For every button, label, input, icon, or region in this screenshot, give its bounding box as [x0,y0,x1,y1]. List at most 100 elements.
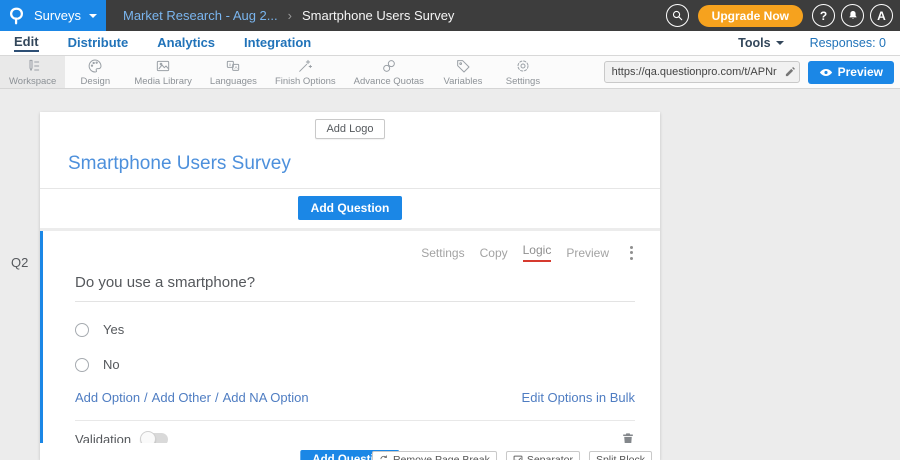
gear-icon [515,58,531,74]
remove-page-break-button[interactable]: Remove Page Break [372,451,497,460]
breadcrumb: Market Research - Aug 2... › Smartphone … [123,8,454,23]
question-toolbar: Settings Copy Logic Preview [75,243,635,262]
link-separator: / [144,390,148,405]
toolbar-item-workspace[interactable]: Workspace [0,56,65,88]
toolbar-item-variables[interactable]: Variables [433,56,493,88]
toolbar-item-label: Design [81,76,111,87]
questionpro-logo-icon [9,6,26,25]
toolbar-item-label: Advance Quotas [354,76,424,87]
responses-count[interactable]: Responses: 0 [810,36,886,50]
bell-icon [847,9,859,22]
validation-label: Validation [75,432,131,443]
toolbar-item-design[interactable]: Design [65,56,125,88]
chain-links-icon [381,58,397,74]
survey-title[interactable]: Smartphone Users Survey [68,153,660,175]
magic-wand-icon [297,58,313,74]
edit-options-in-bulk-link[interactable]: Edit Options in Bulk [522,390,635,405]
question-id-label: Q2 [11,255,28,270]
survey-header-section: Add Logo Smartphone Users Survey Add Que… [40,112,660,228]
delete-question-button[interactable] [621,432,635,443]
toolbar-item-advance-quotas[interactable]: Advance Quotas [345,56,433,88]
notifications-button[interactable] [841,4,864,27]
separator-button[interactable]: Separator [506,451,580,460]
chevron-down-icon [89,14,97,18]
tab-integration[interactable]: Integration [244,35,311,51]
toolbar-item-media-library[interactable]: Media Library [125,56,201,88]
svg-text:x: x [229,62,232,67]
search-button[interactable] [666,4,689,27]
chevron-down-icon [776,41,784,45]
validation-toggle[interactable] [141,433,168,443]
preview-label: Preview [838,65,883,79]
toolbar-item-finish-options[interactable]: Finish Options [266,56,345,88]
tab-distribute[interactable]: Distribute [68,35,129,51]
palette-icon [87,58,103,74]
upgrade-now-button[interactable]: Upgrade Now [698,5,803,27]
translate-icon: xA [225,58,241,74]
edit-url-button[interactable] [784,66,796,78]
sync-arrows-icon [379,455,389,460]
svg-text:A: A [235,65,239,70]
tab-analytics[interactable]: Analytics [157,35,215,51]
page-break-actions: Remove Page Break Separator Split Block [372,451,652,460]
option-row: Yes [75,322,635,337]
pencil-icon [784,66,796,78]
survey-url-field-wrap [604,61,800,83]
separator-label: Separator [527,454,573,460]
toolbar-right: Preview [604,56,900,88]
toggle-knob [140,431,156,443]
link-separator: / [215,390,219,405]
remove-page-break-label: Remove Page Break [393,454,490,460]
radio-button[interactable] [75,358,89,372]
toolbar-item-label: Languages [210,76,257,87]
breadcrumb-parent[interactable]: Market Research - Aug 2... [123,8,278,23]
toolbar-item-label: Media Library [134,76,192,87]
surveys-menu[interactable]: Surveys [0,0,106,31]
radio-button[interactable] [75,323,89,337]
trash-icon [621,432,635,443]
option-label[interactable]: No [103,357,120,372]
survey-card: Add Logo Smartphone Users Survey Add Que… [40,112,660,460]
toolbar-item-label: Variables [443,76,482,87]
checkbox-checked-icon [513,455,523,460]
option-row: No [75,357,635,372]
search-icon [671,9,684,22]
breadcrumb-current: Smartphone Users Survey [302,8,454,23]
add-option-link[interactable]: Add Option [75,390,140,405]
product-label: Surveys [34,8,81,23]
option-actions-row: Add Option / Add Other / Add NA Option Edit … [75,390,635,405]
top-bar: Surveys Market Research - Aug 2... › Sma… [0,0,900,31]
add-question-button-top[interactable]: Add Question [298,196,403,220]
question-copy-link[interactable]: Copy [480,246,508,260]
question-block: Settings Copy Logic Preview Do you use a… [40,231,660,443]
toolbar-item-languages[interactable]: xA Languages [201,56,266,88]
breadcrumb-separator-icon: › [288,8,292,23]
question-settings-link[interactable]: Settings [421,246,464,260]
option-label[interactable]: Yes [103,322,124,337]
split-block-button[interactable]: Split Block [589,451,652,460]
question-text[interactable]: Do you use a smartphone? [75,274,635,302]
preview-button[interactable]: Preview [808,61,894,84]
tag-icon [455,58,471,74]
question-logic-link[interactable]: Logic [523,243,552,262]
survey-nav: Edit Distribute Analytics Integration To… [0,31,900,56]
survey-title-row: Smartphone Users Survey [40,139,660,189]
toolbar-item-label: Finish Options [275,76,336,87]
question-footer: Validation [75,420,635,443]
avatar[interactable]: A [870,4,893,27]
kebab-menu-icon[interactable] [628,244,635,262]
add-logo-button[interactable]: Add Logo [315,119,384,139]
survey-url-input[interactable] [604,61,800,83]
help-button[interactable]: ? [812,4,835,27]
split-block-label: Split Block [596,454,645,460]
page-break-row: Add Question Remove Page Break Separator… [40,443,660,460]
question-preview-link[interactable]: Preview [566,246,609,260]
add-other-link[interactable]: Add Other [152,390,211,405]
add-na-option-link[interactable]: Add NA Option [223,390,309,405]
tools-menu[interactable]: Tools [738,36,783,50]
tab-edit[interactable]: Edit [14,34,39,52]
toolbar-item-settings[interactable]: Settings [493,56,553,88]
tools-label: Tools [738,36,770,50]
toolbar-item-label: Settings [506,76,540,87]
image-icon [155,58,171,74]
